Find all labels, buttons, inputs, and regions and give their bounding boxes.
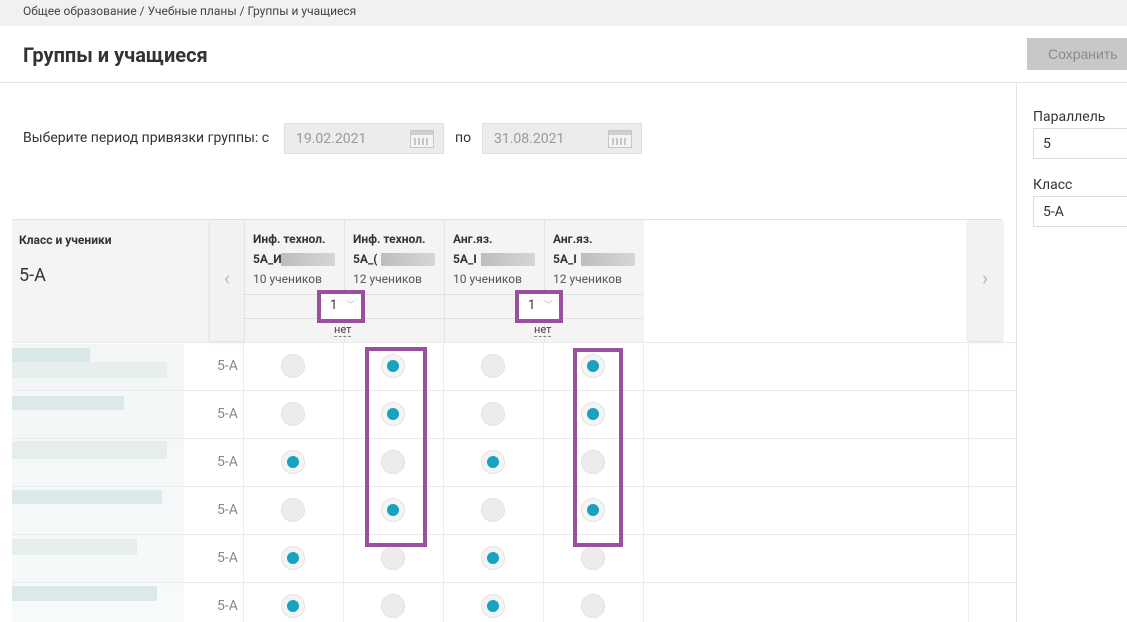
group-radio[interactable] xyxy=(281,498,305,522)
group-radio[interactable] xyxy=(381,594,405,618)
group-subject: Анг.яз. xyxy=(453,232,493,246)
group-code: 5А_И xyxy=(253,252,282,266)
column-divider xyxy=(643,342,644,622)
subgroup-select-value: 1 xyxy=(528,298,536,313)
date-to-value: 31.08.2021 xyxy=(494,131,565,147)
group-header: Инф. технол. 5А_И 10 учеников xyxy=(244,220,344,342)
breadcrumb: Общее образование / Учебные планы / Груп… xyxy=(0,0,1127,26)
group-radio[interactable] xyxy=(381,546,405,570)
class-header-cell: Класс и ученики 5-А xyxy=(12,220,210,342)
subgroup-select-value: 1 xyxy=(330,298,338,313)
calendar-icon[interactable] xyxy=(608,130,632,148)
group-radio[interactable] xyxy=(581,546,605,570)
group-code: 5А_( xyxy=(353,252,378,266)
class-header-title: Класс и ученики xyxy=(19,233,112,247)
header-divider xyxy=(243,294,643,295)
group-radio[interactable] xyxy=(481,498,505,522)
group-radio-selected[interactable] xyxy=(281,546,305,570)
group-radio-selected[interactable] xyxy=(281,594,305,618)
group-radio-selected[interactable] xyxy=(481,450,505,474)
column-divider xyxy=(343,342,344,622)
group-radio-selected[interactable] xyxy=(281,450,305,474)
column-divider xyxy=(243,342,244,622)
group-radio[interactable] xyxy=(281,402,305,426)
blurred-group-name xyxy=(481,253,535,266)
date-from-value: 19.02.2021 xyxy=(296,131,367,147)
group-student-count: 12 учеников xyxy=(553,272,622,286)
scroll-right-button[interactable]: › xyxy=(968,220,1002,341)
group-code: 5А_I xyxy=(553,252,577,266)
row-divider xyxy=(12,438,1016,439)
parallel-select[interactable]: 5 xyxy=(1033,128,1127,159)
group-student-count: 10 учеников xyxy=(253,272,322,286)
date-to-input[interactable]: 31.08.2021 xyxy=(482,123,642,154)
column-divider xyxy=(443,342,444,622)
group-header: Анг.яз. 5А_I 10 учеников xyxy=(444,220,544,342)
column-divider xyxy=(543,342,544,622)
save-button[interactable]: Сохранить xyxy=(1027,38,1127,70)
subgroup-select[interactable]: 1 ﹀ xyxy=(515,290,563,323)
group-radio-selected[interactable] xyxy=(481,594,505,618)
class-label: Класс xyxy=(1033,177,1073,193)
header-divider xyxy=(243,318,643,319)
group-header: Инф. технол. 5А_( 12 учеников xyxy=(344,220,444,342)
period-label: Выберите период привязки группы: с xyxy=(23,130,270,146)
highlight-annotation xyxy=(573,348,623,547)
blurred-group-name xyxy=(381,253,435,266)
net-toggle-link[interactable]: нет xyxy=(534,324,552,337)
group-student-count: 10 учеников xyxy=(453,272,522,286)
scroll-left-button[interactable]: ‹ xyxy=(210,220,244,341)
date-from-input[interactable]: 19.02.2021 xyxy=(284,123,444,154)
calendar-icon[interactable] xyxy=(410,130,434,148)
class-select[interactable]: 5-А xyxy=(1033,196,1127,227)
group-radio[interactable] xyxy=(281,354,305,378)
student-class-label: 5-А xyxy=(217,358,238,374)
row-divider xyxy=(12,582,1016,583)
group-radio-selected[interactable] xyxy=(481,546,505,570)
group-student-count: 12 учеников xyxy=(353,272,422,286)
page-title: Группы и учащиеся xyxy=(23,43,208,67)
student-class-label: 5-А xyxy=(217,502,238,518)
group-subject: Инф. технол. xyxy=(253,232,326,246)
column-divider xyxy=(968,342,969,622)
parallel-label: Параллель xyxy=(1033,109,1106,125)
student-class-label: 5-А xyxy=(217,454,238,470)
chevron-right-icon: › xyxy=(981,266,988,290)
student-class-label: 5-А xyxy=(217,406,238,422)
net-toggle-link[interactable]: нет xyxy=(334,324,352,337)
page-header: Группы и учащиеся Сохранить xyxy=(0,26,1127,83)
blurred-group-name xyxy=(581,253,635,266)
student-class-label: 5-А xyxy=(217,550,238,566)
group-subject: Анг.яз. xyxy=(553,232,593,246)
chevron-down-icon: ﹀ xyxy=(345,301,355,311)
group-radio[interactable] xyxy=(481,354,505,378)
group-radio[interactable] xyxy=(581,594,605,618)
row-divider xyxy=(12,342,1016,343)
row-divider xyxy=(12,390,1016,391)
student-class-label: 5-А xyxy=(217,598,238,614)
row-divider xyxy=(12,486,1016,487)
class-name: 5-А xyxy=(19,265,46,286)
blurred-group-name xyxy=(281,253,335,266)
filter-panel: Параллель 5 Класс 5-А xyxy=(1016,83,1127,622)
group-radio[interactable] xyxy=(481,402,505,426)
group-subject: Инф. технол. xyxy=(353,232,426,246)
chevron-left-icon: ‹ xyxy=(223,266,230,290)
chevron-down-icon: ﹀ xyxy=(543,301,553,311)
subgroup-select[interactable]: 1 ﹀ xyxy=(317,290,365,323)
group-header: Анг.яз. 5А_I 12 учеников xyxy=(544,220,644,342)
row-divider xyxy=(12,534,1016,535)
period-to-label: по xyxy=(455,130,472,146)
highlight-annotation xyxy=(365,347,427,547)
group-code: 5А_I xyxy=(453,252,477,266)
blurred-student-names xyxy=(12,344,184,622)
